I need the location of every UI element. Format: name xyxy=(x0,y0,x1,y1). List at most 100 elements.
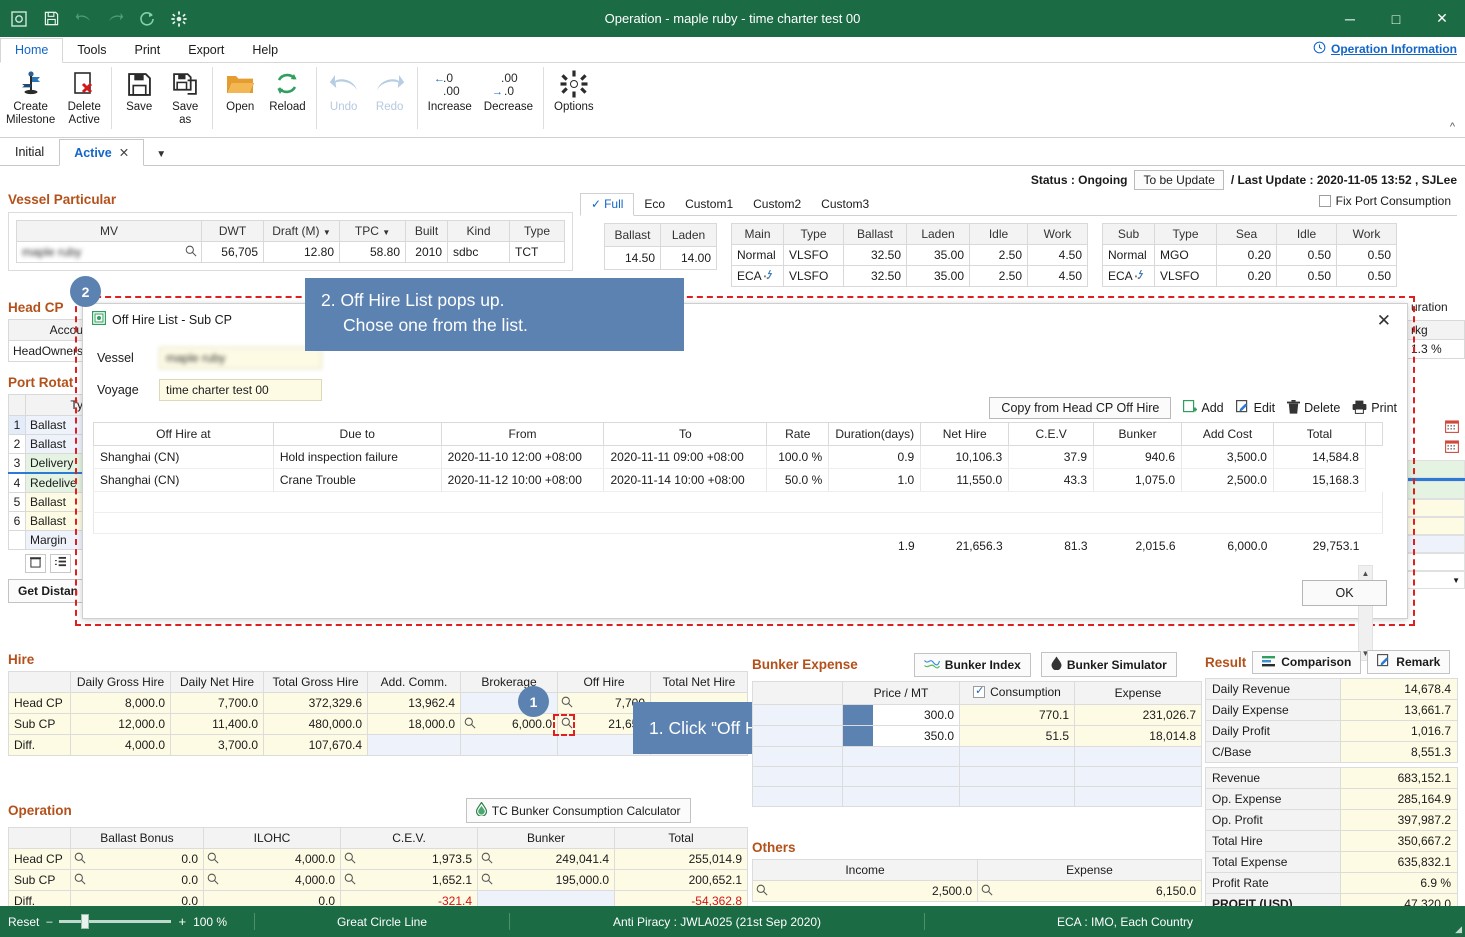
table-row[interactable]: Shanghai (CN) Hold inspection failure 20… xyxy=(94,446,1383,469)
oper-head-cp-ballast-bonus[interactable]: 0.0 xyxy=(71,849,204,870)
cell-from-2[interactable]: 2020-11-12 10:00 +08:00 xyxy=(441,469,604,492)
cell-main-eca-work[interactable]: 4.50 xyxy=(1028,266,1088,287)
cell-add-cost-2[interactable]: 2,500.0 xyxy=(1182,469,1274,492)
menu-item-home[interactable]: Home xyxy=(0,38,63,63)
bunker-row3-expense[interactable] xyxy=(1075,747,1202,767)
open-button[interactable]: Open xyxy=(217,63,263,114)
copy-from-head-cp-button[interactable]: Copy from Head CP Off Hire xyxy=(989,397,1171,419)
bunker-row3-price[interactable] xyxy=(843,747,960,767)
cell-total-1[interactable]: 14,584.8 xyxy=(1273,446,1365,469)
scroll-up-icon[interactable]: ▲ xyxy=(1359,566,1372,580)
search-icon-11[interactable] xyxy=(756,884,768,899)
oper-sub-cp-ilohc[interactable]: 4,000.0 xyxy=(204,870,341,891)
cell-duration-1[interactable]: 0.9 xyxy=(829,446,921,469)
cell-duration-2[interactable]: 1.0 xyxy=(829,469,921,492)
add-button[interactable]: Add xyxy=(1183,400,1223,417)
cell-net-hire-1[interactable]: 10,106.3 xyxy=(921,446,1009,469)
search-icon-6[interactable] xyxy=(481,852,493,867)
tab-overflow-icon[interactable]: ▼ xyxy=(144,144,178,165)
voyage-input[interactable]: time charter test 00 xyxy=(159,379,322,401)
others-expense-cell[interactable]: 6,150.0 xyxy=(978,881,1202,902)
remark-button[interactable]: Remark xyxy=(1367,650,1450,674)
cell-off-hire-at-1[interactable]: Shanghai (CN) xyxy=(94,446,274,469)
bunker-row4-expense[interactable] xyxy=(1075,767,1202,787)
cell-main-eca-laden[interactable]: 35.00 xyxy=(907,266,970,287)
app-icon[interactable] xyxy=(10,10,28,28)
hire-head-cp-daily-gross[interactable]: 8,000.0 xyxy=(71,693,171,714)
cell-tpc[interactable]: 58.80 xyxy=(340,242,406,263)
cell-due-to-2[interactable]: Crane Trouble xyxy=(273,469,441,492)
cell-dwt[interactable]: 56,705 xyxy=(202,242,264,263)
bunker-index-button[interactable]: Bunker Index xyxy=(914,653,1031,677)
cell-kind[interactable]: sdbc xyxy=(448,242,510,263)
tab-active[interactable]: Active✕ xyxy=(59,139,144,166)
oper-head-cp-cev[interactable]: 1,973.5 xyxy=(341,849,478,870)
col-consumption[interactable]: ✓ Consumption xyxy=(960,682,1075,705)
search-icon-12[interactable] xyxy=(981,884,993,899)
tab-eco[interactable]: Eco xyxy=(634,194,675,215)
cell-add-cost-1[interactable]: 3,500.0 xyxy=(1182,446,1274,469)
tc-bunker-consumption-calculator-button[interactable]: TC Bunker Consumption Calculator xyxy=(466,798,691,823)
cell-sub-normal[interactable]: Normal xyxy=(1103,245,1155,266)
oper-sub-cp-bunker[interactable]: 195,000.0 xyxy=(478,870,615,891)
cell-mv[interactable]: maple ruby xyxy=(17,242,202,263)
zoom-out-icon[interactable]: – xyxy=(46,916,52,928)
calendar-icon-1[interactable] xyxy=(1445,419,1459,436)
bunker-row3-consumption[interactable] xyxy=(960,747,1075,767)
cell-sub-eca-idle[interactable]: 0.50 xyxy=(1277,266,1337,287)
vessel-input[interactable]: maple ruby xyxy=(159,347,322,369)
search-icon-3[interactable] xyxy=(74,852,86,867)
cell-draft[interactable]: 12.80 xyxy=(264,242,340,263)
search-icon[interactable] xyxy=(561,696,573,711)
col-tpc[interactable]: TPC ▼ xyxy=(340,221,406,242)
col-draft[interactable]: Draft (M) ▼ xyxy=(264,221,340,242)
save-button[interactable]: Save xyxy=(116,63,162,114)
cell-rate-2[interactable]: 50.0 % xyxy=(767,469,829,492)
cell-sub-eca-sea[interactable]: 0.20 xyxy=(1217,266,1277,287)
collapse-ribbon-icon[interactable]: ^ xyxy=(1450,121,1455,133)
cell-bunker-2[interactable]: 1,075.0 xyxy=(1094,469,1182,492)
oper-sub-cp-ballast-bonus[interactable]: 0.0 xyxy=(71,870,204,891)
cell-main-normal-type[interactable]: VLSFO xyxy=(784,245,844,266)
cell-rate-1[interactable]: 100.0 % xyxy=(767,446,829,469)
edit-button[interactable]: Edit xyxy=(1236,400,1276,417)
hire-head-cp-total-gross[interactable]: 372,329.6 xyxy=(264,693,368,714)
cell-sub-eca-type[interactable]: VLSFO xyxy=(1155,266,1217,287)
search-icon-9[interactable] xyxy=(344,873,356,888)
search-icon-5[interactable] xyxy=(344,852,356,867)
save-icon[interactable] xyxy=(42,10,60,28)
others-income-cell[interactable]: 2,500.0 xyxy=(753,881,978,902)
cell-sub-normal-type[interactable]: MGO xyxy=(1155,245,1217,266)
cell-sub-eca[interactable]: ECA xyxy=(1103,266,1155,287)
maximize-button[interactable]: □ xyxy=(1373,0,1419,37)
cell-main-normal-idle[interactable]: 2.50 xyxy=(970,245,1028,266)
menu-item-help[interactable]: Help xyxy=(238,39,292,62)
bunker-row1-price[interactable]: 300.0 xyxy=(843,705,960,726)
bunker-row4-price[interactable] xyxy=(843,767,960,787)
cell-main-normal-ballast[interactable]: 32.50 xyxy=(844,245,907,266)
increase-decimal-button[interactable]: ←.0.00 Increase xyxy=(422,63,478,114)
cell-built[interactable]: 2010 xyxy=(406,242,448,263)
search-icon[interactable] xyxy=(185,245,197,260)
hire-head-cp-add-comm[interactable]: 13,962.4 xyxy=(368,693,461,714)
bunker-row2-expense[interactable]: 18,014.8 xyxy=(1075,726,1202,747)
insert-row-icon[interactable] xyxy=(50,554,71,573)
undo-icon[interactable] xyxy=(74,10,92,28)
hire-sub-cp-add-comm[interactable]: 18,000.0 xyxy=(368,714,461,735)
cell-sub-eca-work[interactable]: 0.50 xyxy=(1337,266,1397,287)
delete-row-icon[interactable] xyxy=(25,554,46,573)
zoom-in-icon[interactable]: + xyxy=(178,914,186,929)
cell-to-2[interactable]: 2020-11-14 10:00 +08:00 xyxy=(604,469,767,492)
bunker-row4-consumption[interactable] xyxy=(960,767,1075,787)
hire-sub-cp-daily-net[interactable]: 11,400.0 xyxy=(171,714,264,735)
tab-full[interactable]: ✓Full xyxy=(580,193,634,216)
hire-sub-cp-daily-gross[interactable]: 12,000.0 xyxy=(71,714,171,735)
save-as-button[interactable]: Save as xyxy=(162,63,208,127)
cell-due-to-1[interactable]: Hold inspection failure xyxy=(273,446,441,469)
bunker-row1-expense[interactable]: 231,026.7 xyxy=(1075,705,1202,726)
cell-cev-2[interactable]: 43.3 xyxy=(1009,469,1094,492)
bunker-row5-consumption[interactable] xyxy=(960,787,1075,807)
operation-information-link[interactable]: Operation Information xyxy=(1313,41,1457,57)
search-icon-2[interactable] xyxy=(464,717,476,732)
options-button[interactable]: Options xyxy=(548,63,600,114)
